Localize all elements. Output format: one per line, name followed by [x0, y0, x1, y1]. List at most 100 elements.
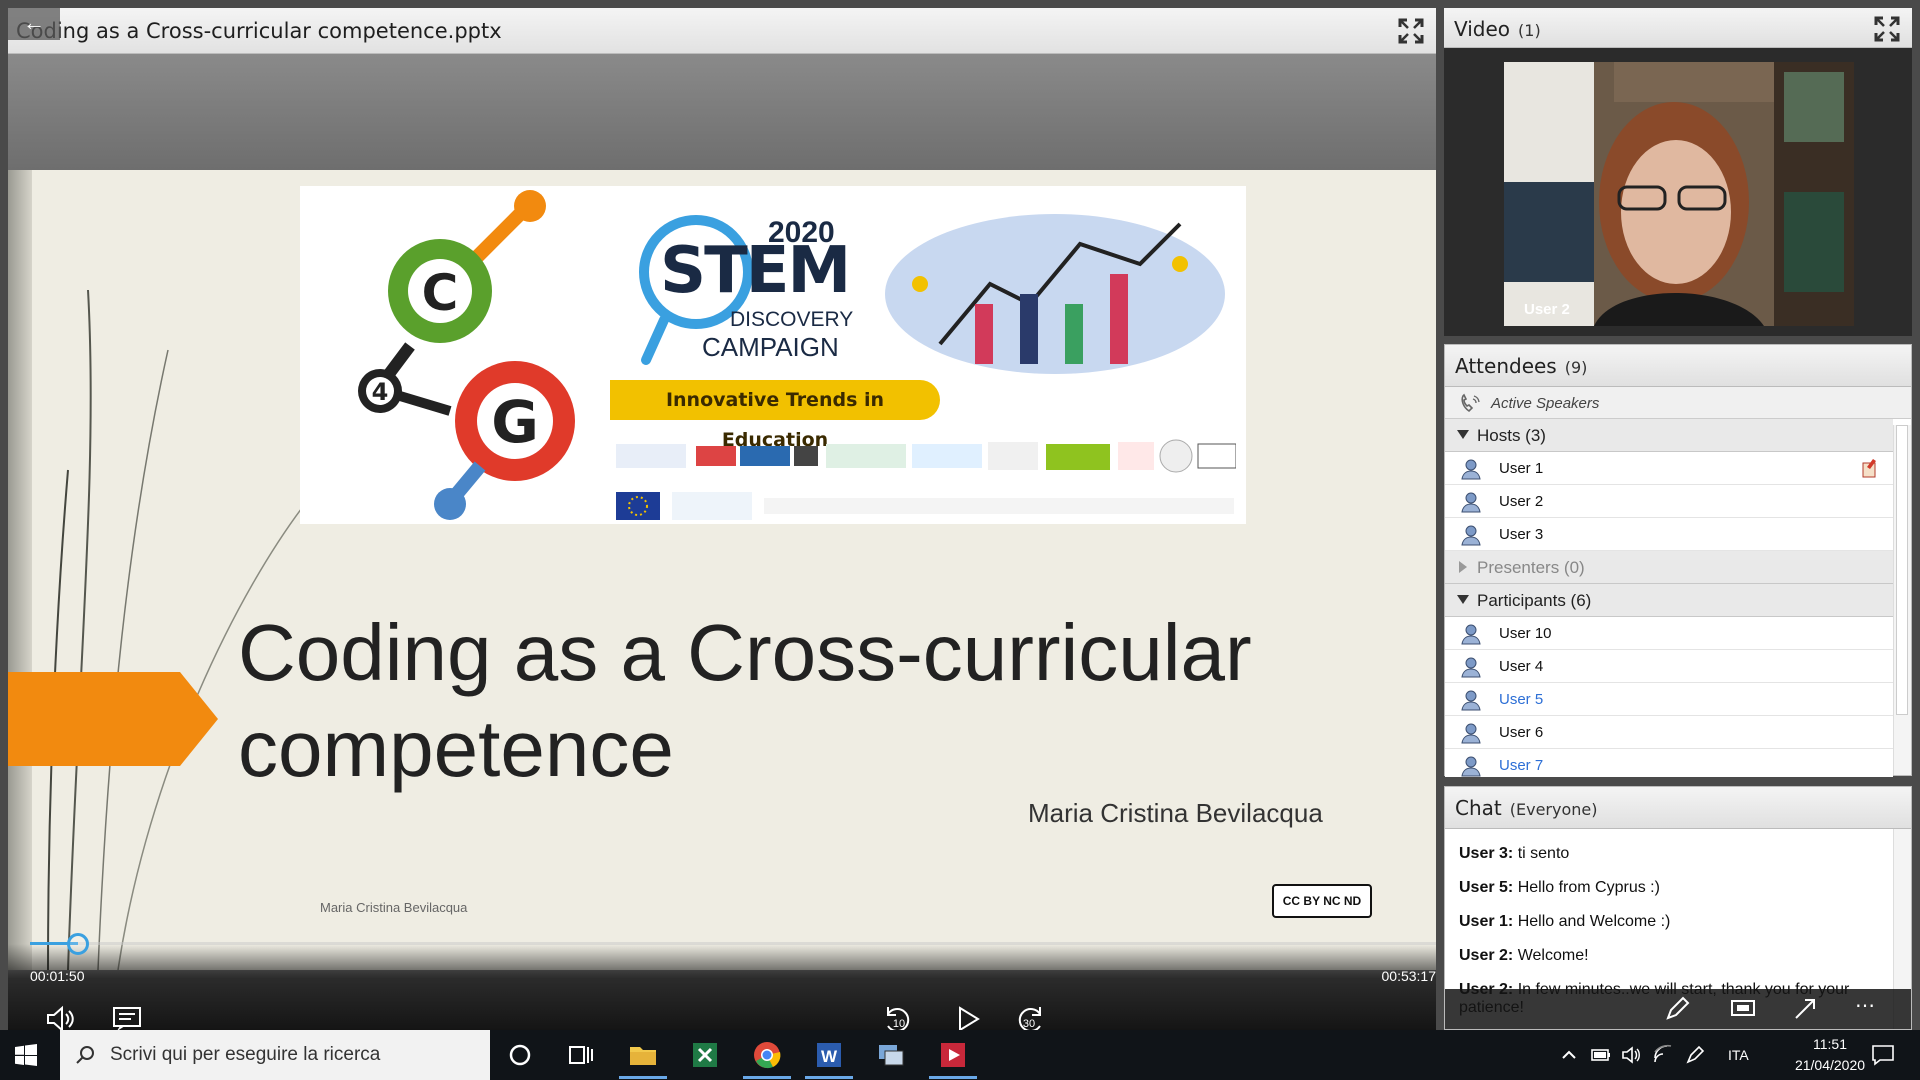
attendee-group-header[interactable]: Hosts (3)	[1445, 419, 1893, 452]
chat-message: User 5: Hello from Cyprus :)	[1459, 879, 1660, 897]
attendee-row[interactable]: User 1	[1445, 452, 1893, 485]
attendee-name: User 3	[1499, 526, 1544, 543]
logo-letter-g: G	[491, 388, 539, 456]
user-icon	[1461, 525, 1481, 546]
attendee-row[interactable]: User 7	[1445, 749, 1893, 777]
attendee-name: User 1	[1499, 460, 1544, 477]
attendee-name: User 2	[1499, 493, 1544, 510]
user-icon	[1461, 756, 1481, 777]
chrome-active-indicator	[743, 1076, 791, 1079]
attendee-row[interactable]: User 10	[1445, 617, 1893, 650]
expanded-triangle-icon[interactable]	[1457, 430, 1469, 439]
attendees-scroll-thumb[interactable]	[1896, 425, 1908, 715]
file-explorer-active-indicator	[619, 1076, 667, 1079]
progress-scrubber[interactable]	[67, 933, 89, 955]
attendee-row[interactable]: User 3	[1445, 518, 1893, 551]
taskbar-search-box[interactable]: Scrivi qui per eseguire la ricerca	[60, 1030, 490, 1080]
webcam-image	[1504, 62, 1854, 326]
attendee-list: Hosts (3) User 1 User 2 User 3 Presenters (0…	[1445, 419, 1893, 777]
video-count: (1)	[1518, 21, 1541, 40]
webcam-feed[interactable]: User 2	[1504, 62, 1854, 326]
back-arrow-icon[interactable]: ←	[8, 8, 60, 40]
expand-icon[interactable]	[1791, 995, 1819, 1023]
progress-track[interactable]	[30, 942, 1436, 945]
campaign-word: CAMPAIGN	[702, 332, 839, 362]
attendee-group-header[interactable]: Presenters (0)	[1445, 551, 1893, 584]
attendee-row[interactable]: User 2	[1445, 485, 1893, 518]
attendee-row[interactable]: User 6	[1445, 716, 1893, 749]
chat-sender: User 3:	[1459, 845, 1514, 862]
eu-funding-logos	[616, 492, 1234, 520]
remote-desktop-icon[interactable]	[875, 1039, 907, 1071]
collapsed-triangle-icon[interactable]	[1459, 561, 1467, 573]
speaker-volume-icon[interactable]	[1620, 1044, 1642, 1066]
pen-workspace-icon[interactable]	[1684, 1044, 1706, 1066]
user-icon	[1461, 657, 1481, 678]
task-view-icon[interactable]	[564, 1039, 596, 1071]
wifi-icon[interactable]	[1652, 1044, 1674, 1066]
chat-scope[interactable]: (Everyone)	[1510, 800, 1598, 819]
attendees-scrollbar[interactable]	[1893, 425, 1911, 775]
video-fullscreen-icon[interactable]	[1874, 16, 1900, 42]
chat-title: Chat (Everyone)	[1455, 796, 1597, 820]
excel-icon[interactable]	[689, 1039, 721, 1071]
orange-arrow-shape	[8, 672, 218, 766]
word-active-indicator	[805, 1076, 853, 1079]
chat-text: Hello from Cyprus :)	[1513, 879, 1660, 896]
attendee-row[interactable]: User 4	[1445, 650, 1893, 683]
discovery-word: DISCOVERY	[730, 308, 854, 331]
stem-word: STEM	[660, 234, 851, 308]
more-options-icon[interactable]: ⋯	[1855, 993, 1875, 1018]
tagline-banner: Innovative Trends in Education	[610, 380, 940, 451]
media-player-icon[interactable]	[937, 1039, 969, 1071]
search-placeholder: Scrivi qui per eseguire la ricerca	[110, 1044, 381, 1065]
user-icon	[1461, 690, 1481, 711]
language-indicator[interactable]: ITA	[1728, 1047, 1749, 1063]
speaker-icon	[1461, 393, 1480, 413]
word-icon[interactable]: W	[813, 1039, 845, 1071]
remaining-time: 00:53:17	[1381, 968, 1437, 984]
growth-illustration	[885, 214, 1225, 374]
chrome-icon[interactable]	[751, 1039, 783, 1071]
attendees-header: Attendees (9)	[1445, 345, 1911, 387]
fullscreen-icon[interactable]	[1398, 18, 1424, 44]
search-icon	[76, 1046, 94, 1064]
action-center-icon[interactable]	[1870, 1043, 1896, 1067]
video-pod-title: Video (1)	[1454, 17, 1541, 41]
expanded-triangle-icon[interactable]	[1457, 595, 1469, 604]
file-explorer-icon[interactable]	[627, 1039, 659, 1071]
attendee-group-header[interactable]: Participants (6)	[1445, 584, 1893, 617]
slide-title-line2: competence	[238, 704, 674, 793]
attendee-row[interactable]: User 5	[1445, 683, 1893, 716]
chat-text: ti sento	[1513, 845, 1570, 862]
user-icon	[1461, 723, 1481, 744]
pencil-icon[interactable]	[1663, 995, 1691, 1023]
chat-sender: User 5:	[1459, 879, 1514, 896]
user-icon	[1461, 624, 1481, 645]
chat-message: User 2: Welcome!	[1459, 947, 1589, 965]
chat-sender: User 2:	[1459, 947, 1514, 964]
svg-text:W: W	[821, 1047, 838, 1066]
tray-expand-icon[interactable]	[1560, 1046, 1578, 1064]
attendees-pod: Attendees (9) Active Speakers Hosts (3) Us…	[1444, 344, 1912, 777]
stem-campaign-banner: C 4 G 2020 STEM DISCOVERY CAMPAIGN Innov…	[300, 186, 1246, 524]
share-pod-title: Coding as a Cross-curricular competence.…	[16, 19, 502, 43]
adobe-connect-window: Coding as a Cross-curricular competence.…	[0, 0, 1920, 1080]
player-controls-bar	[8, 944, 1436, 1030]
chat-text: Welcome!	[1513, 947, 1589, 964]
windows-start-icon[interactable]	[14, 1043, 38, 1067]
chat-header: Chat (Everyone)	[1445, 787, 1911, 829]
active-speakers-row[interactable]: Active Speakers	[1445, 387, 1911, 419]
logo-letter-c: C	[422, 264, 459, 322]
video-pod-header: Video (1)	[1444, 8, 1912, 48]
partner-logos	[616, 439, 1236, 473]
windows-taskbar: Scrivi qui per eseguire la ricerca W ITA…	[0, 1030, 1920, 1080]
screen-share-icon[interactable]	[1729, 995, 1757, 1023]
clock-time[interactable]: 11:51	[1790, 1036, 1870, 1052]
chat-pod: Chat (Everyone) User 3: ti sento User 5: H…	[1444, 786, 1912, 1030]
cortana-icon[interactable]	[504, 1039, 536, 1071]
c4g-logo: C 4 G	[358, 190, 575, 520]
battery-icon[interactable]	[1590, 1044, 1612, 1066]
webcam-user-label: User 2	[1524, 301, 1570, 318]
share-pod: Coding as a Cross-curricular competence.…	[8, 8, 1437, 1033]
